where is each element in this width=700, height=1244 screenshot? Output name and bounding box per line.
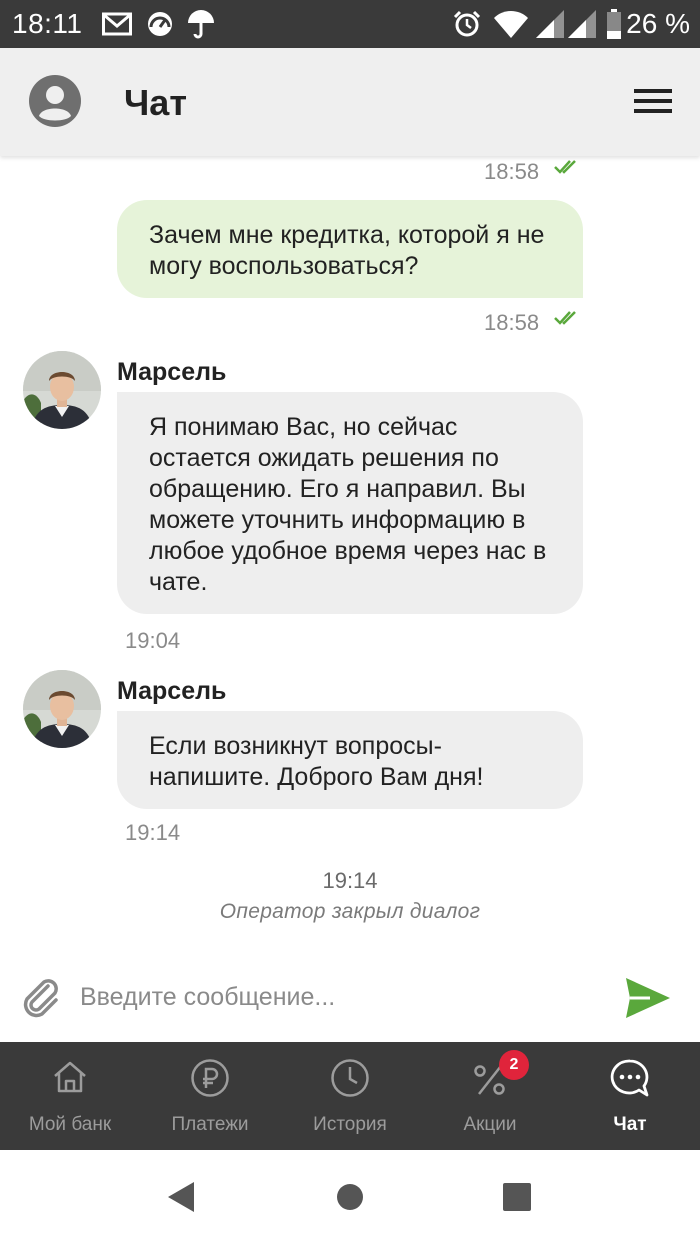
nav-item-history[interactable]: История [280, 1042, 420, 1150]
bottom-navigation: Мой банк Платежи История 2 Акции Чат [0, 1042, 700, 1150]
message-input-bar [0, 956, 700, 1042]
umbrella-icon [186, 9, 216, 39]
operator-name: Марсель [117, 677, 227, 705]
nav-label: Платежи [171, 1114, 249, 1135]
ruble-icon [191, 1059, 229, 1097]
incoming-message-bubble[interactable]: Я понимаю Вас, но сейчас остается ожидат… [117, 392, 583, 614]
chat-icon [610, 1059, 649, 1097]
system-navigation-bar [0, 1150, 700, 1244]
outgoing-message-bubble[interactable]: Зачем мне кредитка, которой я не могу во… [117, 200, 583, 298]
wifi-icon [494, 9, 528, 39]
clock-icon [331, 1059, 369, 1097]
operator-avatar [23, 670, 101, 748]
attachment-icon[interactable] [18, 974, 64, 1020]
nav-item-chat[interactable]: Чат [560, 1042, 700, 1150]
alarm-icon [453, 9, 481, 39]
read-check-icon [554, 309, 582, 332]
recents-icon[interactable] [503, 1183, 531, 1216]
incoming-message-bubble[interactable]: Если возникнут вопросы- напишите. Доброг… [117, 711, 583, 809]
battery-level: 26 % [626, 8, 690, 39]
system-message-time: 19:14 [322, 868, 378, 893]
message-text: Я понимаю Вас, но сейчас остается ожидат… [149, 413, 547, 596]
nav-label: Чат [613, 1114, 647, 1135]
nav-item-promotions[interactable]: 2 Акции [420, 1042, 560, 1150]
home-icon [54, 1061, 86, 1093]
nav-item-payments[interactable]: Платежи [140, 1042, 280, 1150]
message-text: Зачем мне кредитка, которой я не могу во… [149, 221, 545, 280]
app-bar: Чат [0, 48, 700, 156]
mail-icon [102, 9, 132, 39]
nav-item-my-bank[interactable]: Мой банк [0, 1042, 140, 1150]
nav-label: Акции [463, 1114, 517, 1135]
home-button-icon[interactable] [336, 1183, 364, 1216]
nav-label: История [313, 1114, 387, 1135]
signal-2-icon [568, 9, 596, 39]
message-text: Если возникнут вопросы- напишите. Доброг… [149, 732, 484, 791]
notification-badge: 2 [499, 1050, 529, 1080]
menu-icon[interactable] [634, 86, 672, 116]
speedometer-icon [146, 9, 174, 39]
back-icon[interactable] [166, 1180, 196, 1219]
profile-avatar-icon[interactable] [28, 74, 82, 128]
message-time: 19:14 [125, 820, 181, 845]
page-title: Чат [124, 82, 187, 123]
read-check-icon [554, 158, 582, 181]
chat-area[interactable]: 18:58 Зачем мне кредитка, которой я не м… [0, 156, 700, 956]
message-time: 19:04 [125, 628, 181, 653]
nav-label: Мой банк [28, 1114, 112, 1135]
status-time: 18:11 [12, 8, 83, 39]
message-time: 18:58 [484, 159, 540, 184]
message-time: 18:58 [484, 310, 540, 335]
status-bar: 18:11 26 % [0, 0, 700, 48]
battery-icon [606, 9, 622, 39]
send-icon[interactable] [624, 976, 672, 1020]
operator-avatar [23, 351, 101, 429]
signal-icon [536, 9, 564, 39]
operator-name: Марсель [117, 358, 227, 386]
screen: 18:11 26 % Чат 18:58 Зачем мне кредитка,… [0, 0, 700, 1244]
system-message-text: Оператор закрыл диалог [219, 900, 481, 923]
message-input[interactable] [80, 976, 600, 1018]
